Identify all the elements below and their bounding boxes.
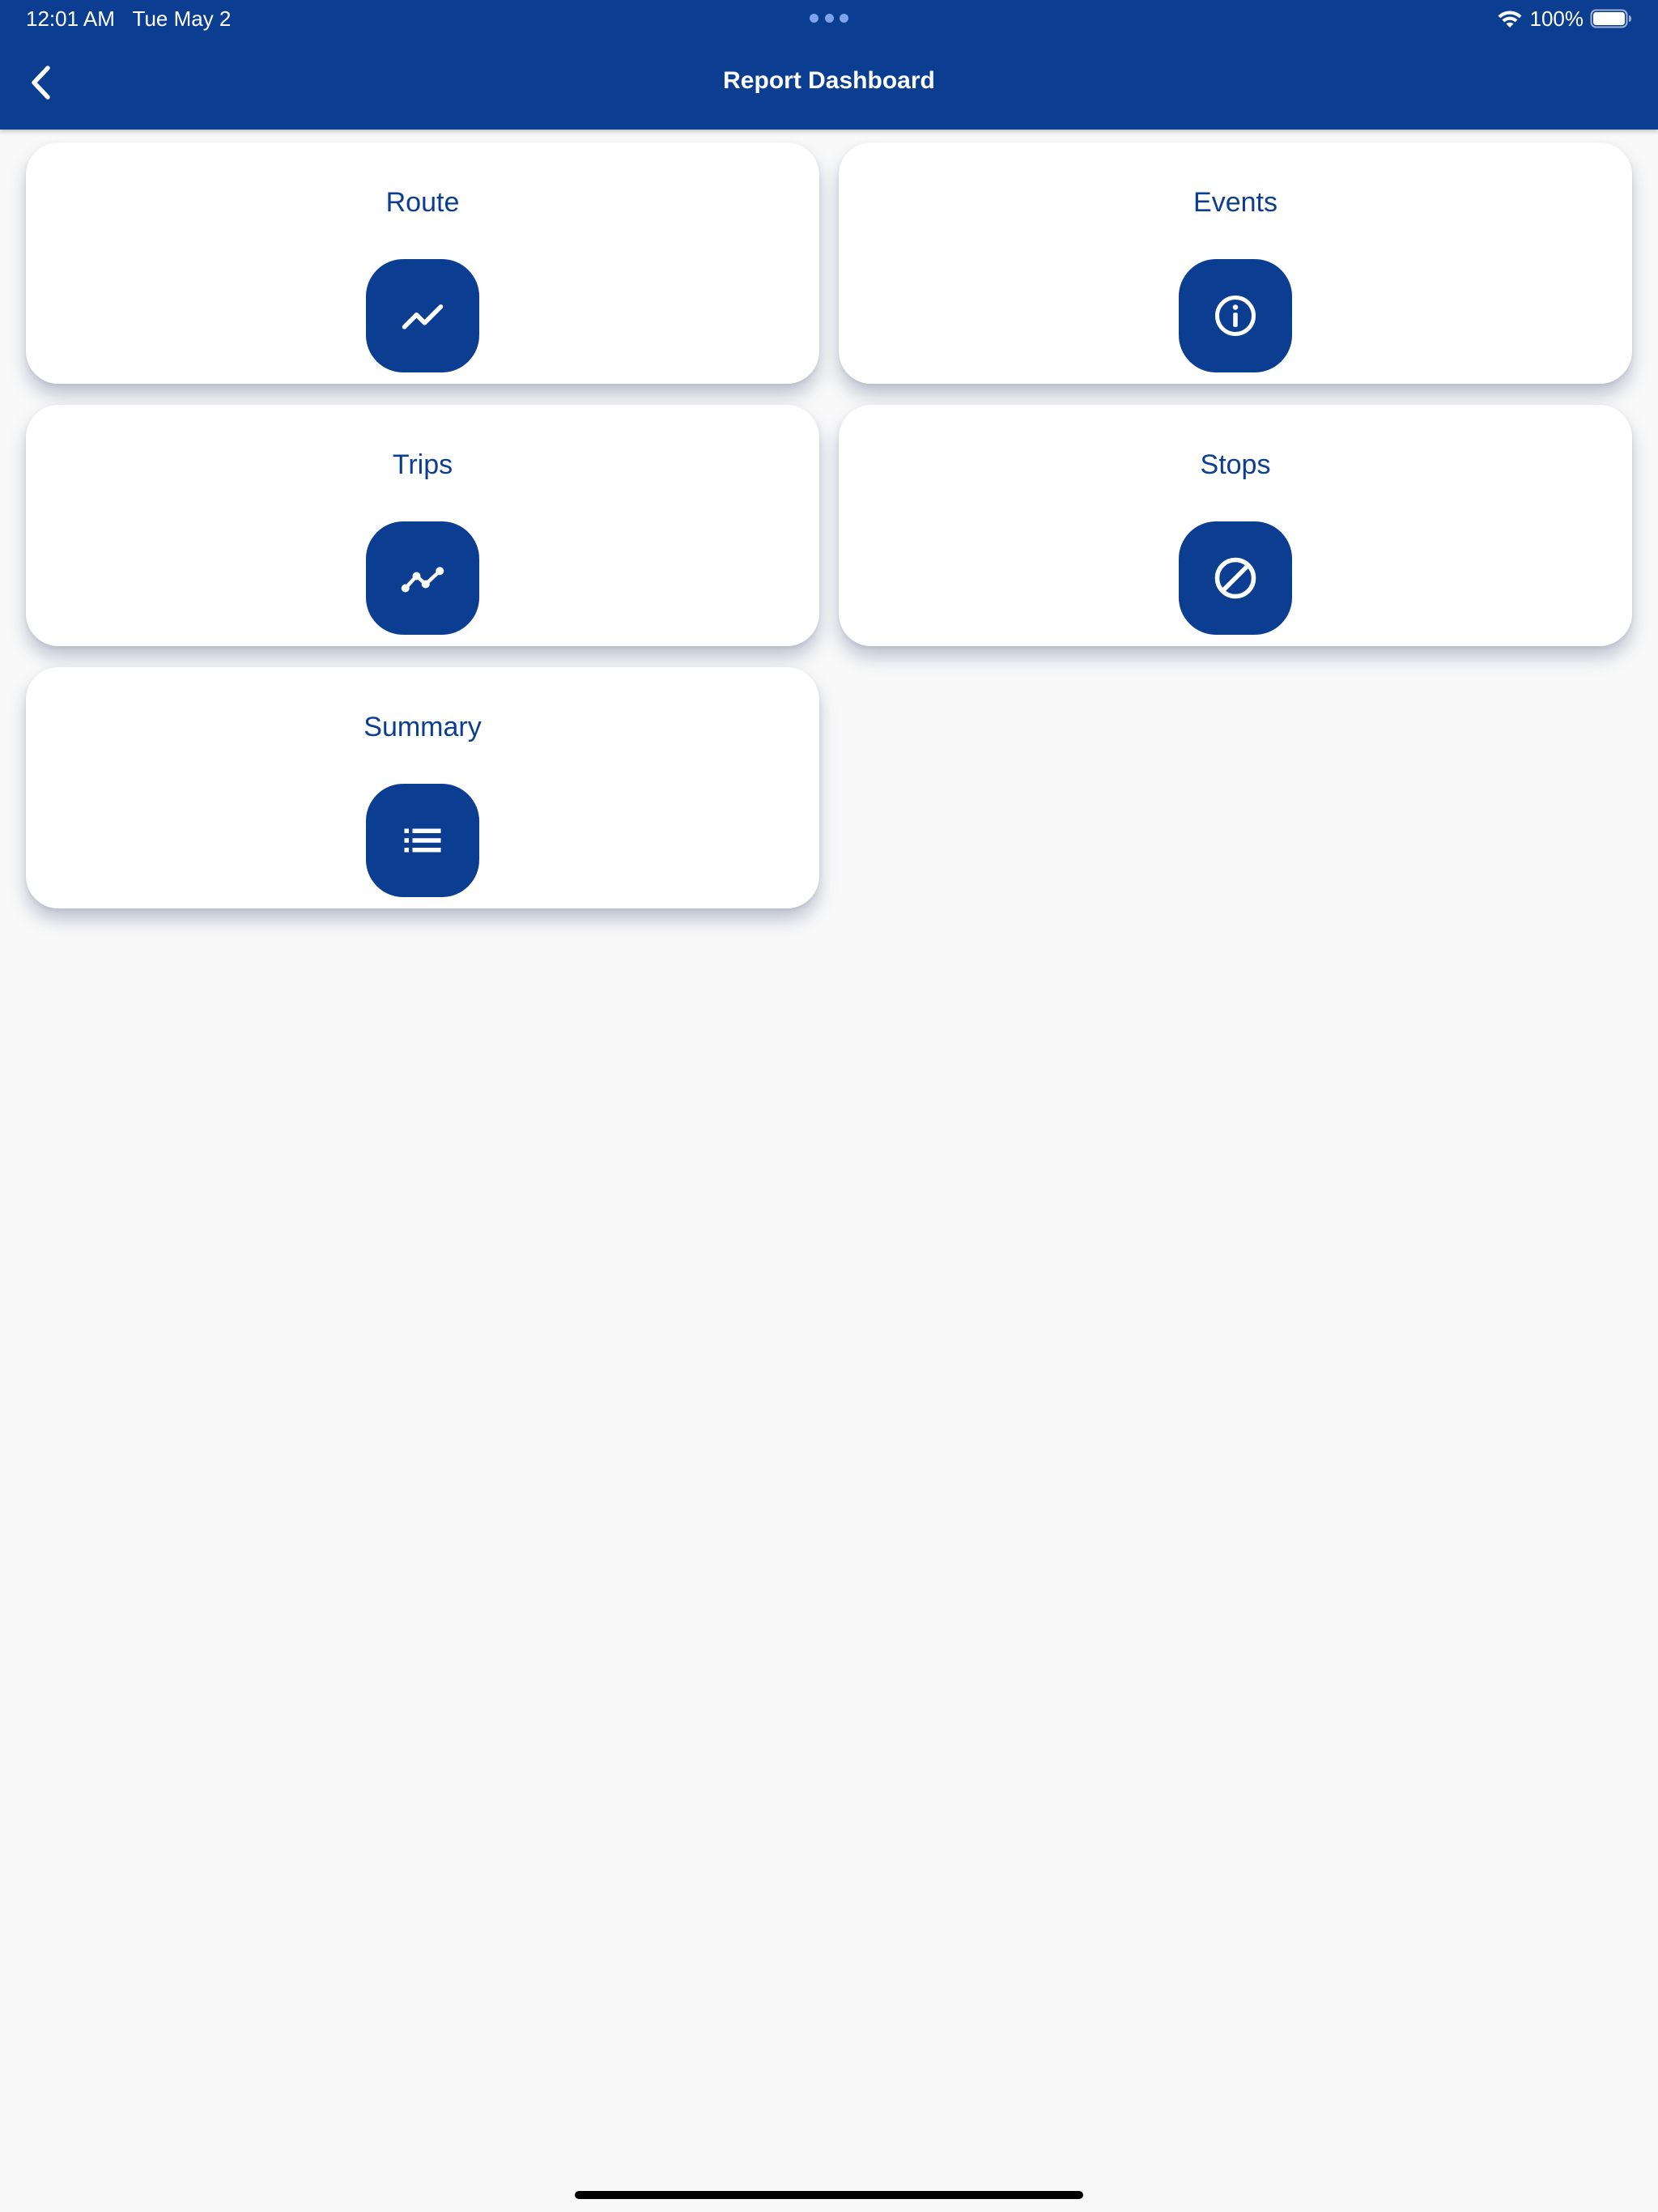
page-title: Report Dashboard <box>723 67 935 94</box>
summary-card-label: Summary <box>363 712 482 742</box>
stops-card-label: Stops <box>1200 449 1271 480</box>
info-icon <box>1215 296 1256 336</box>
app-header: 12:01 AM Tue May 2 100% Report Dashboard <box>0 0 1658 130</box>
route-report-card[interactable]: Route <box>26 143 819 384</box>
app-screen: 12:01 AM Tue May 2 100% Report Dashboard… <box>0 0 1658 2212</box>
trips-icon-button[interactable] <box>366 521 479 635</box>
trips-card-label: Trips <box>392 449 453 480</box>
stops-icon-button[interactable] <box>1179 521 1292 635</box>
status-time-date: 12:01 AM Tue May 2 <box>26 6 231 31</box>
events-report-card[interactable]: Events <box>839 143 1632 384</box>
events-icon-button[interactable] <box>1179 259 1292 372</box>
trips-report-card[interactable]: Trips <box>26 405 819 646</box>
route-icon-button[interactable] <box>366 259 479 372</box>
status-indicators: 100% <box>1496 6 1633 31</box>
polyline-icon <box>401 567 444 593</box>
route-card-label: Route <box>385 187 460 218</box>
battery-icon <box>1590 9 1631 28</box>
list-icon <box>404 828 441 853</box>
wifi-icon <box>1498 11 1521 28</box>
summary-icon-button[interactable] <box>366 784 479 897</box>
status-time: 12:01 AM <box>26 6 115 31</box>
multitasking-dots-icon[interactable] <box>810 11 848 24</box>
stops-report-card[interactable]: Stops <box>839 405 1632 646</box>
battery-percentage: 100% <box>1529 6 1584 31</box>
summary-report-card[interactable]: Summary <box>26 667 819 908</box>
trending-up-icon <box>402 304 444 330</box>
events-card-label: Events <box>1193 187 1278 218</box>
home-indicator[interactable] <box>575 2191 1083 2199</box>
block-icon <box>1214 557 1256 599</box>
status-date: Tue May 2 <box>132 6 232 31</box>
